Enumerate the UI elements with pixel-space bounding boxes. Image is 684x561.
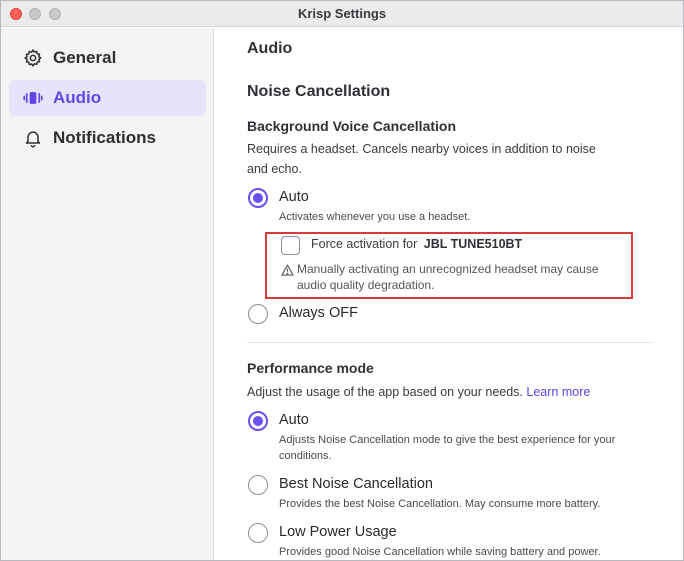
warning-icon [281, 264, 294, 276]
device-name: JBL TUNE510BT [423, 237, 523, 251]
performance-low-power-description: Provides good Noise Cancellation while s… [279, 546, 601, 558]
sidebar: General Audio Notifications [1, 28, 214, 560]
performance-best-label[interactable]: Best Noise Cancellation [279, 476, 433, 492]
window-title: Krisp Settings [297, 6, 387, 21]
performance-auto-label[interactable]: Auto [279, 412, 309, 428]
section-divider [247, 342, 653, 343]
bvc-auto-radio[interactable] [248, 188, 268, 208]
performance-low-power-radio[interactable] [248, 523, 268, 543]
sidebar-item-audio[interactable]: Audio [9, 80, 206, 116]
force-activation-label[interactable]: Force activation for JBL TUNE510BT [311, 237, 522, 251]
sidebar-item-label: Audio [53, 88, 102, 107]
performance-mode-description: Adjust the usage of the app based on you… [247, 385, 591, 399]
force-activation-checkbox[interactable] [281, 236, 300, 255]
sidebar-item-notifications[interactable]: Notifications [9, 120, 206, 156]
page-title: Audio [247, 40, 293, 57]
sidebar-item-label: General [53, 48, 117, 67]
performance-best-description: Provides the best Noise Cancellation. Ma… [279, 498, 601, 510]
bvc-auto-label[interactable]: Auto [279, 189, 309, 205]
performance-auto-description-line-1: Adjusts Noise Cancellation mode to give … [279, 434, 616, 446]
settings-content: Audio Noise Cancellation Background Voic… [215, 28, 683, 560]
bvc-always-off-label[interactable]: Always OFF [279, 305, 358, 321]
bvc-description-line-1: Requires a headset. Cancels nearby voice… [247, 142, 596, 156]
performance-mode-heading: Performance mode [247, 360, 374, 376]
performance-auto-description-line-2: conditions. [279, 450, 332, 462]
title-bar[interactable]: Krisp Settings [1, 1, 683, 27]
bell-icon [25, 131, 41, 148]
gear-icon [24, 49, 42, 67]
warning-line-1: Manually activating an unrecognized head… [297, 262, 599, 276]
sidebar-item-general[interactable]: General [9, 40, 206, 76]
settings-window: Krisp Settings General Audio Notificatio… [0, 0, 684, 561]
bvc-always-off-radio[interactable] [248, 304, 268, 324]
sidebar-item-label: Notifications [53, 128, 156, 147]
noise-cancellation-heading: Noise Cancellation [247, 83, 391, 100]
bvc-heading: Background Voice Cancellation [247, 118, 457, 134]
performance-low-power-label[interactable]: Low Power Usage [279, 524, 397, 540]
audio-icon [23, 92, 43, 104]
force-activation-warning: Manually activating an unrecognized head… [297, 261, 637, 293]
bvc-auto-description: Activates whenever you use a headset. [279, 211, 471, 223]
force-activation-text: Force activation for [311, 237, 418, 251]
performance-auto-radio[interactable] [248, 411, 268, 431]
learn-more-link[interactable]: Learn more [526, 385, 590, 399]
bvc-description-line-2: and echo. [247, 162, 302, 176]
warning-line-2: audio quality degradation. [297, 278, 435, 292]
performance-best-radio[interactable] [248, 475, 268, 495]
